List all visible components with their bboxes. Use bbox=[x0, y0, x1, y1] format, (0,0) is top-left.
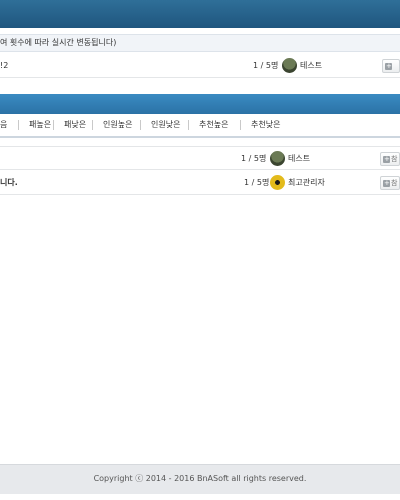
radiation-badge-icon bbox=[270, 175, 285, 190]
join-button[interactable]: 참 bbox=[380, 176, 400, 190]
sort-tab[interactable]: 패낮은 bbox=[64, 114, 86, 136]
sort-tab[interactable]: 추천높은 bbox=[199, 114, 228, 136]
plus-icon bbox=[383, 177, 390, 189]
room-row[interactable]: 니다. 1 / 5명 최고관리자 참 bbox=[0, 171, 400, 195]
sort-tab[interactable]: 패높은 bbox=[29, 114, 51, 136]
sort-bar: 음 패높은 패낮은 인원높은 인원낮은 추천높은 추천낮은 bbox=[0, 114, 400, 138]
room-member-count: 1 / 5명 bbox=[241, 154, 267, 163]
notice-text: 여 횟수에 따라 실시간 변동됩니다) bbox=[0, 34, 400, 52]
sort-tab[interactable]: 인원높은 bbox=[103, 114, 132, 136]
section-header-bar bbox=[0, 94, 400, 114]
divider bbox=[140, 120, 141, 130]
soldier-helmet-icon bbox=[282, 58, 297, 73]
sort-tab[interactable]: 추천낮은 bbox=[251, 114, 280, 136]
soldier-helmet-icon bbox=[270, 151, 285, 166]
join-button[interactable]: 참 bbox=[380, 152, 400, 166]
top-header-bar bbox=[0, 0, 400, 28]
bottom-strip bbox=[0, 494, 400, 500]
room-title: 니다. bbox=[0, 178, 18, 187]
room-owner: 최고관리자 bbox=[288, 178, 325, 187]
room-member-count: 1 / 5명 bbox=[244, 178, 270, 187]
room-row[interactable]: 1 / 5명 테스트 참 bbox=[0, 146, 400, 170]
join-button-label: 참 bbox=[391, 179, 398, 187]
divider bbox=[188, 120, 189, 130]
plus-icon bbox=[385, 60, 392, 72]
featured-room-row[interactable]: !2 1 / 5명 테스트 bbox=[0, 54, 400, 78]
plus-icon bbox=[383, 153, 390, 165]
room-owner: 테스트 bbox=[300, 61, 323, 70]
sort-tab[interactable]: 인원낮은 bbox=[151, 114, 180, 136]
footer: Copyright ⓒ 2014 - 2016 BnASoft all righ… bbox=[0, 464, 400, 494]
copyright-text: Copyright ⓒ 2014 - 2016 BnASoft all righ… bbox=[93, 474, 307, 483]
divider bbox=[92, 120, 93, 130]
sort-tab[interactable]: 음 bbox=[0, 114, 7, 136]
divider bbox=[53, 120, 54, 130]
room-owner: 테스트 bbox=[288, 154, 311, 163]
divider bbox=[18, 120, 19, 130]
join-button[interactable] bbox=[382, 59, 400, 73]
room-member-count: 1 / 5명 bbox=[253, 61, 279, 70]
join-button-label: 참 bbox=[391, 155, 398, 163]
room-title: !2 bbox=[0, 61, 9, 70]
divider bbox=[240, 120, 241, 130]
